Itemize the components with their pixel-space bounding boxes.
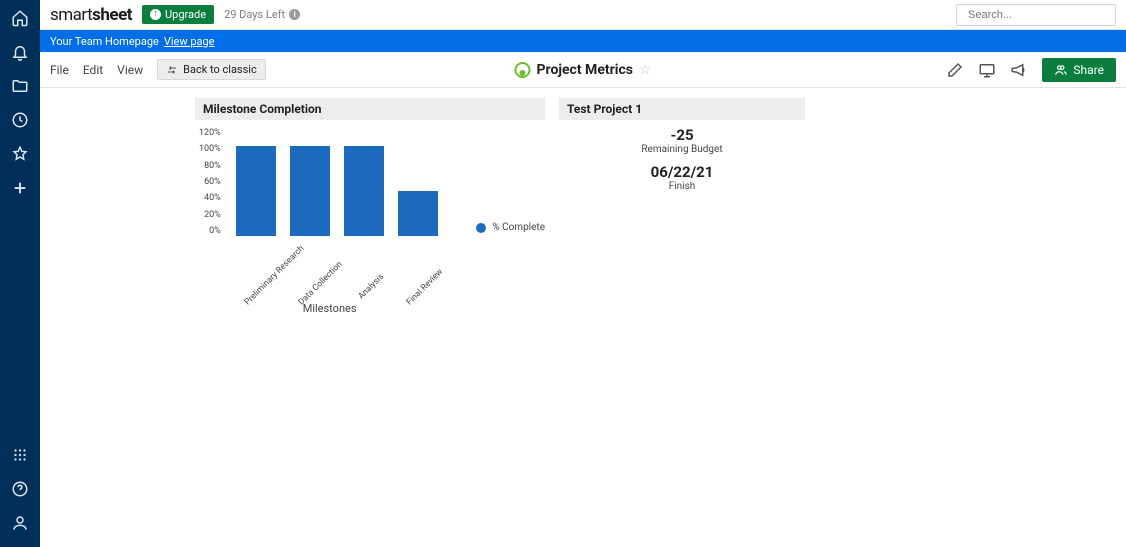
upgrade-button[interactable]: ↑ Upgrade (142, 5, 214, 24)
banner-text: Your Team Homepage (50, 35, 159, 48)
page-title-group: Project Metrics ☆ (515, 62, 652, 78)
folder-icon[interactable] (10, 76, 30, 96)
chart-y-tick: 20% (204, 210, 221, 220)
menu-view[interactable]: View (117, 63, 143, 77)
legend-dot-icon (476, 223, 486, 233)
present-icon[interactable] (978, 61, 996, 79)
chart-plot-area (225, 128, 438, 236)
chart-bar (236, 146, 276, 236)
chart-y-axis: 120% 100% 80% 60% 40% 20% 0% (199, 128, 225, 236)
menu-edit[interactable]: Edit (83, 63, 103, 77)
widget2-title: Test Project 1 (559, 98, 805, 120)
chart-x-title: Milestones (195, 302, 464, 315)
recent-icon[interactable] (10, 110, 30, 130)
upgrade-label: Upgrade (165, 8, 206, 21)
metric-finish-value: 06/22/21 (559, 163, 805, 181)
brand-logo[interactable]: smartsheet (50, 5, 132, 25)
search-box[interactable] (956, 4, 1116, 26)
banner-view-link[interactable]: View page (164, 35, 215, 48)
help-icon[interactable] (10, 479, 30, 499)
chart-y-tick: 80% (204, 161, 221, 171)
chart-y-tick: 60% (204, 177, 221, 187)
info-icon[interactable]: i (289, 9, 300, 20)
widget1-title: Milestone Completion (195, 98, 545, 120)
dashboard-content: Milestone Completion 120% 100% 80% 60% 40% 20… (40, 88, 1126, 547)
trial-days-text: 29 Days Left i (224, 8, 300, 21)
chart-y-tick: 100% (199, 144, 221, 154)
left-nav-rail (0, 0, 40, 547)
main-area: smartsheet ↑ Upgrade 29 Days Left i Your… (40, 0, 1126, 547)
chart-legend: % Complete (464, 120, 545, 315)
chart-y-tick: 40% (204, 193, 221, 203)
top-bar: smartsheet ↑ Upgrade 29 Days Left i (40, 0, 1126, 30)
widget-test-project: Test Project 1 -25 Remaining Budget 06/2… (559, 98, 805, 315)
team-banner: Your Team Homepage View page (40, 30, 1126, 52)
widget-milestone-completion: Milestone Completion 120% 100% 80% 60% 40% 20… (195, 98, 545, 315)
menu-file[interactable]: File (50, 63, 69, 77)
metric-budget-value: -25 (559, 126, 805, 144)
share-label: Share (1073, 63, 1104, 77)
dashboard-icon (515, 62, 531, 78)
share-button[interactable]: Share (1042, 58, 1116, 82)
legend-label: % Complete (492, 222, 545, 233)
star-icon[interactable] (10, 144, 30, 164)
metric-finish-label: Finish (559, 181, 805, 192)
chart-y-tick: 0% (209, 226, 221, 236)
chart-x-axis: Preliminary ResearchData CollectionAnaly… (195, 244, 464, 254)
chart-bar (290, 146, 330, 236)
metric-budget-label: Remaining Budget (559, 144, 805, 155)
toolbar: File Edit View Back to classic Project M… (40, 52, 1126, 88)
chart-bar (398, 191, 438, 236)
home-icon[interactable] (10, 8, 30, 28)
bell-icon[interactable] (10, 42, 30, 62)
favorite-star-icon[interactable]: ☆ (639, 62, 652, 78)
announce-icon[interactable] (1010, 61, 1028, 79)
account-icon[interactable] (10, 513, 30, 533)
back-label: Back to classic (183, 63, 257, 76)
people-icon (1054, 63, 1068, 77)
page-title: Project Metrics (537, 62, 633, 78)
chart-y-tick: 120% (199, 128, 221, 138)
search-input[interactable] (968, 9, 1110, 21)
chart-bar (344, 146, 384, 236)
back-to-classic-button[interactable]: Back to classic (157, 59, 266, 80)
add-icon[interactable] (10, 178, 30, 198)
swap-icon (166, 64, 178, 76)
apps-icon[interactable] (10, 445, 30, 465)
edit-icon[interactable] (946, 61, 964, 79)
bar-chart: 120% 100% 80% 60% 40% 20% 0% (195, 120, 464, 240)
upgrade-arrow-icon: ↑ (150, 9, 161, 20)
